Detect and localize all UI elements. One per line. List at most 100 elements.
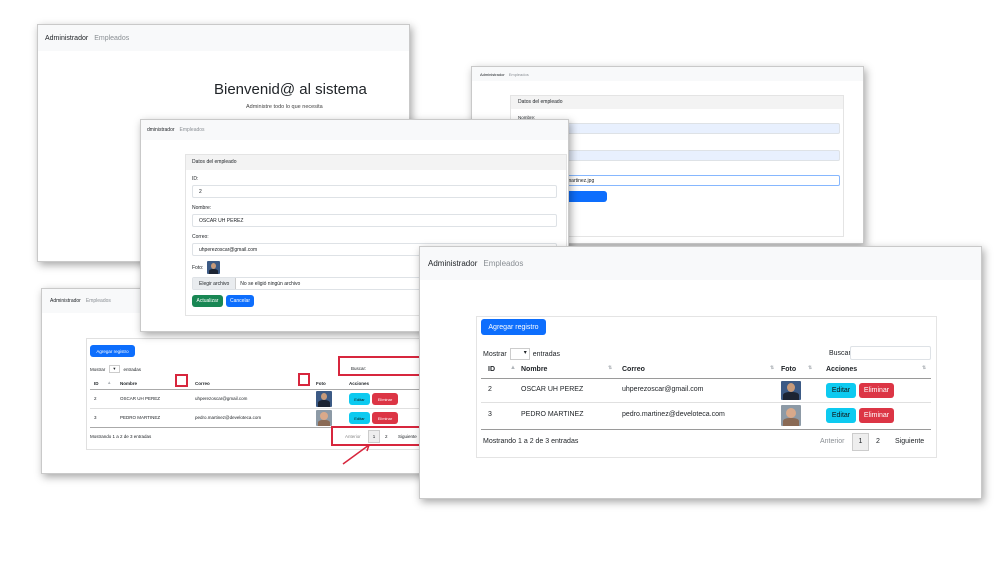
edit-button[interactable]: Editar: [826, 408, 856, 423]
employee-photo: [316, 410, 332, 426]
add-record-button[interactable]: Agregar registro: [90, 345, 135, 357]
col-nombre[interactable]: Nombre: [521, 366, 547, 373]
show-label: Mostrar: [483, 350, 507, 358]
cell-id: 3: [488, 411, 492, 418]
nav-link-empleados[interactable]: Empleados: [86, 298, 111, 304]
form-card-header: Datos del empleado: [511, 96, 843, 109]
navbar-brand[interactable]: Administrador: [428, 259, 477, 268]
col-acciones[interactable]: Acciones: [349, 381, 369, 386]
annotation-arrow: [342, 444, 371, 465]
welcome-subtitle: Administre todo lo que necesita: [246, 104, 323, 110]
table-row: 2 OSCAR UH PEREZ uhperezoscar@gmail.com …: [481, 379, 931, 403]
table-header-row: ID ▲ Nombre ⇅ Correo ⇅ Foto ⇅ Acciones ⇅: [481, 362, 931, 379]
sort-asc-icon: ▲: [510, 365, 516, 371]
nav-link-empleados[interactable]: Empleados: [483, 259, 523, 268]
edit-button[interactable]: Editar: [826, 383, 856, 398]
show-label: Mostrar: [90, 366, 106, 372]
cell-correo: uhperezoscar@gmail.com: [622, 386, 704, 393]
cell-id: 3: [94, 415, 97, 420]
navbar: Administrador Empleados: [420, 247, 981, 280]
sort-icon: ⇅: [608, 365, 613, 371]
nombre-value: OSCAR UH PEREZ: [199, 217, 244, 224]
update-button[interactable]: Actualizar: [192, 295, 223, 307]
current-photo: [207, 261, 220, 274]
delete-button[interactable]: Eliminar: [859, 408, 894, 423]
table-info: Mostrando 1 a 2 de 3 entradas: [483, 438, 579, 445]
col-nombre[interactable]: Nombre: [120, 381, 137, 386]
id-input[interactable]: 2: [192, 185, 557, 198]
form-header-text: Datos del empleado: [518, 99, 563, 105]
nombre-label: Nombre:: [192, 205, 212, 211]
annotation-box-foto-sort: [298, 373, 310, 386]
delete-button[interactable]: Eliminar: [372, 393, 398, 405]
correo-label: Correo:: [192, 234, 209, 240]
navbar: Administrador Empleados: [472, 67, 863, 81]
cell-nombre: OSCAR UH PEREZ: [521, 386, 584, 393]
pager-next[interactable]: Siguiente: [895, 438, 924, 445]
cell-correo: pedro.martinez@develoteca.com: [195, 415, 262, 420]
navbar: Administrador Empleados: [38, 25, 409, 51]
navbar-brand[interactable]: Administrador: [480, 72, 505, 77]
id-label: ID:: [192, 176, 199, 182]
pager-prev[interactable]: Anterior: [820, 438, 845, 445]
col-foto[interactable]: Foto: [781, 366, 796, 373]
foto-label: Foto:: [192, 265, 204, 271]
sort-icon: ▲: [107, 380, 112, 385]
entries-select[interactable]: ▾: [509, 348, 530, 360]
cancel-button[interactable]: Cancelar: [226, 295, 254, 307]
table-info: Mostrando 1 a 2 de 3 entradas: [90, 434, 152, 439]
nav-link-empleados[interactable]: Empleados: [509, 72, 529, 77]
add-record-button[interactable]: Agregar registro: [481, 319, 546, 335]
show-entries: Mostrar ▾ entradas: [483, 348, 560, 360]
annotation-box-nombre-sort: [175, 374, 188, 387]
edit-button[interactable]: Editar: [349, 412, 370, 424]
cell-nombre: PEDRO MARTINEZ: [521, 411, 584, 418]
table-window: Administrador Empleados Agregar registro…: [419, 246, 982, 499]
form-card-header: Datos del empleado: [186, 155, 566, 170]
col-acciones[interactable]: Acciones: [826, 366, 857, 373]
nav-link-empleados[interactable]: Empleados: [180, 127, 205, 133]
col-correo[interactable]: Correo: [195, 381, 210, 386]
sort-icon: ⇅: [922, 365, 927, 371]
col-id[interactable]: ID: [488, 366, 495, 373]
sort-icon: ⇅: [770, 365, 775, 371]
table-row: 3 PEDRO MARTINEZ pedro.martinez@develote…: [481, 403, 931, 430]
employee-photo: [316, 391, 332, 407]
pager-page-2[interactable]: 2: [876, 438, 880, 445]
cell-nombre: PEDRO MARTINEZ: [120, 415, 161, 420]
cell-nombre: OSCAR UH PEREZ: [120, 396, 161, 401]
sort-icon: ⇅: [808, 365, 813, 371]
cell-correo: pedro.martinez@develoteca.com: [622, 411, 725, 418]
navbar: dministrador Empleados: [141, 120, 568, 140]
file-name: martinez.jpg: [567, 177, 595, 184]
annotation-box-search: [338, 356, 420, 376]
entries-label: entradas: [123, 366, 142, 372]
search-input[interactable]: [850, 346, 931, 360]
entries-label: entradas: [532, 350, 560, 358]
correo-value: uhperezoscar@gmail.com: [199, 246, 258, 253]
navbar-brand[interactable]: Administrador: [50, 298, 81, 304]
col-id[interactable]: ID: [94, 381, 99, 386]
file-status: No se eligió ningún archivo: [240, 280, 301, 287]
pager-page-1[interactable]: 1: [852, 433, 869, 451]
welcome-title: Bienvenid@ al sistema: [214, 81, 367, 98]
col-correo[interactable]: Correo: [622, 366, 645, 373]
table-card: Agregar registro Mostrar ▾ entradas Busc…: [476, 316, 937, 458]
table-header-row: ID ▲ Nombre Correo Foto Acciones: [90, 379, 440, 390]
cell-id: 2: [488, 386, 492, 393]
delete-button[interactable]: Eliminar: [859, 383, 894, 398]
edit-button[interactable]: Editar: [349, 393, 370, 405]
col-foto[interactable]: Foto: [316, 381, 326, 386]
form-header-text: Datos del empleado: [192, 159, 237, 165]
nav-link-empleados[interactable]: Empleados: [94, 35, 129, 42]
cell-correo: uhperezoscar@gmail.com: [195, 396, 248, 401]
delete-button[interactable]: Eliminar: [372, 412, 398, 424]
nombre-input[interactable]: OSCAR UH PEREZ: [192, 214, 557, 227]
choose-file-button[interactable]: Elegir archivo: [193, 278, 237, 289]
navbar-brand[interactable]: Administrador: [45, 35, 88, 42]
entries-select[interactable]: ▾: [109, 365, 120, 373]
show-entries: Mostrar ▾ entradas: [90, 365, 141, 373]
navbar-brand[interactable]: dministrador: [147, 127, 175, 133]
cell-id: 2: [94, 396, 97, 401]
employee-photo: [781, 405, 801, 426]
